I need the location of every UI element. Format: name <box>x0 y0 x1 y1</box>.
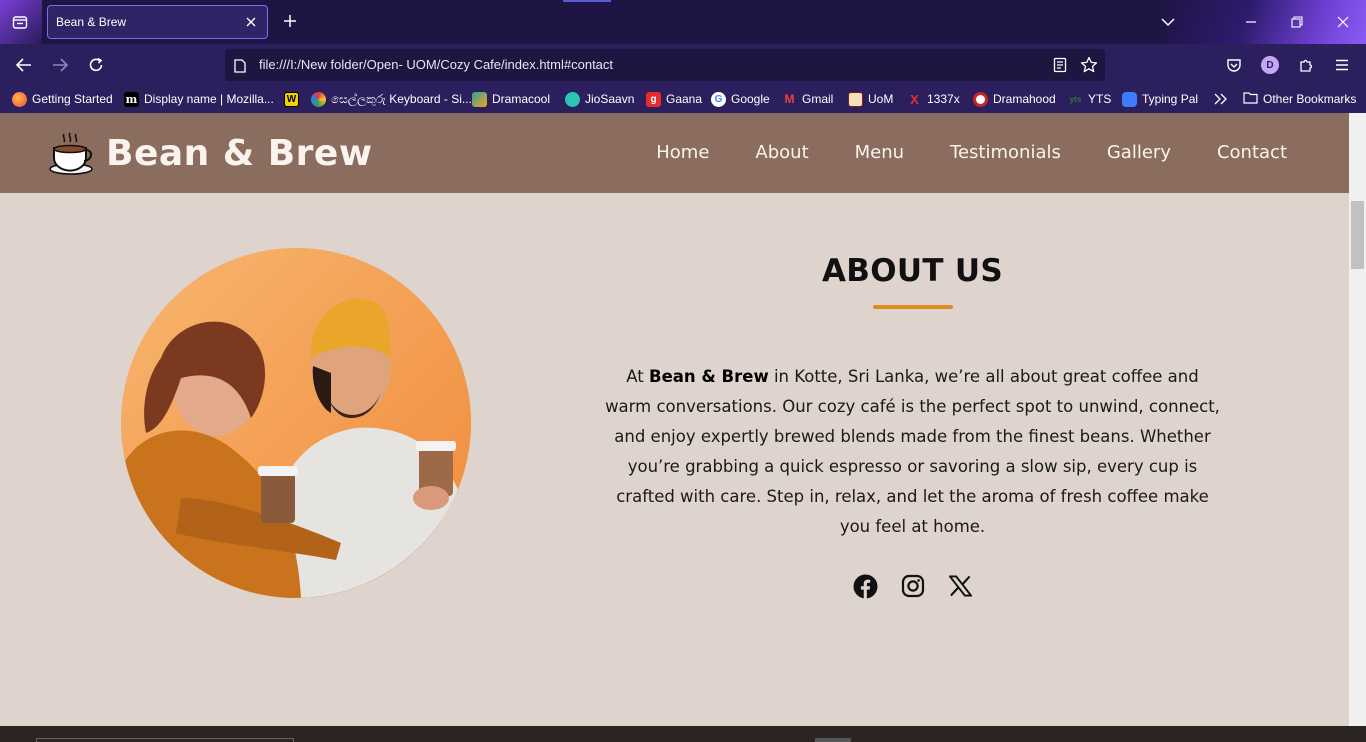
firefox-view-icon[interactable] <box>8 10 32 34</box>
bookmark-label: Getting Started <box>32 92 113 106</box>
address-bar[interactable]: file:///I:/New folder/Open- UOM/Cozy Caf… <box>225 49 1105 81</box>
reader-view-icon[interactable] <box>1053 57 1067 77</box>
bookmark-label: Typing Pal <box>1142 92 1199 106</box>
more-bookmarks-chevron-icon[interactable] <box>1214 90 1228 108</box>
bookmark-1337x[interactable]: X 1337x <box>907 90 960 108</box>
menu-icon[interactable] <box>1331 54 1353 76</box>
restore-icon[interactable] <box>1287 12 1307 32</box>
account-avatar[interactable]: D <box>1261 56 1279 74</box>
bookmark-gaana[interactable]: g Gaana <box>646 90 702 108</box>
pocket-icon[interactable] <box>1223 54 1245 76</box>
close-tab-icon[interactable] <box>243 14 259 30</box>
bookmark-label: සෙල්ලකුරු Keyboard - Si... <box>331 91 472 106</box>
x-icon: X <box>910 91 919 107</box>
bookmarks-toolbar: Getting Started m Display name | Mozilla… <box>0 86 1366 113</box>
nav-link-home[interactable]: Home <box>656 142 709 163</box>
bookmark-dramacool[interactable]: Dramacool <box>472 90 550 108</box>
coffee-cup-icon <box>49 132 93 175</box>
flower-icon <box>311 91 326 107</box>
facebook-icon[interactable] <box>852 573 878 599</box>
url-text: file:///I:/New folder/Open- UOM/Cozy Caf… <box>259 57 614 72</box>
minimize-icon[interactable] <box>1241 12 1261 32</box>
back-arrow-icon[interactable] <box>13 54 35 76</box>
nav-link-menu[interactable]: Menu <box>855 142 904 163</box>
chevron-down-icon[interactable] <box>1158 12 1178 32</box>
page-icon <box>234 58 246 77</box>
typingpal-icon <box>1122 91 1137 107</box>
tab-indicator <box>563 0 611 2</box>
bookmark-jiosaavn[interactable]: JioSaavn <box>565 90 634 108</box>
x-icon[interactable] <box>947 573 973 599</box>
bookmark-label: 1337x <box>927 92 960 106</box>
bookmark-dramahood[interactable]: Dramahood <box>973 90 1056 108</box>
bookmark-uom[interactable]: UoM <box>848 90 893 108</box>
page-viewport: Bean & Brew Home About Menu Testimonials… <box>0 113 1349 726</box>
dramacool-icon <box>472 91 487 107</box>
bookmark-getting-started[interactable]: Getting Started <box>12 90 113 108</box>
bookmark-gmail[interactable]: M Gmail <box>782 90 834 108</box>
bookmark-label: Gaana <box>666 92 703 106</box>
browser-toolbar: file:///I:/New folder/Open- UOM/Cozy Caf… <box>0 44 1366 86</box>
nav-link-testimonials[interactable]: Testimonials <box>950 142 1061 163</box>
about-text-lead: At <box>626 367 650 386</box>
about-brand-bold: Bean & Brew <box>649 367 769 386</box>
bottom-chip <box>815 738 851 742</box>
close-window-icon[interactable] <box>1333 12 1353 32</box>
extensions-icon[interactable] <box>1295 54 1317 76</box>
bookmark-google[interactable]: G Google <box>711 90 770 108</box>
heading-underline <box>873 305 953 309</box>
w-icon: W <box>284 91 299 107</box>
instagram-icon[interactable] <box>900 573 926 599</box>
site-logo[interactable]: Bean & Brew <box>48 131 373 175</box>
bookmark-label: Other Bookmarks <box>1263 92 1357 106</box>
medium-icon: m <box>124 91 139 107</box>
reload-icon[interactable] <box>85 54 107 76</box>
gmail-icon: M <box>784 92 795 106</box>
bookmark-mozilla[interactable]: m Display name | Mozilla... <box>124 90 274 108</box>
main-nav: Home About Menu Testimonials Gallery Con… <box>656 142 1287 163</box>
firefox-icon <box>12 91 27 107</box>
bookmark-label: Gmail <box>802 92 834 106</box>
bookmark-label: Dramahood <box>993 92 1056 106</box>
forward-arrow-icon[interactable] <box>49 54 71 76</box>
scrollbar-thumb[interactable] <box>1351 201 1364 269</box>
contact-form-edge <box>36 738 294 742</box>
tab-title: Bean & Brew <box>56 15 127 29</box>
bookmark-label: Dramacool <box>492 92 551 106</box>
page-bottom-strip <box>0 726 1366 742</box>
bookmark-label: YTS <box>1088 92 1112 106</box>
bookmark-label: JioSaavn <box>585 92 635 106</box>
bookmark-keyboard[interactable]: සෙල්ලකුරු Keyboard - Si... <box>311 90 472 108</box>
folder-icon <box>1243 91 1258 107</box>
brand-name: Bean & Brew <box>106 132 373 174</box>
nav-link-contact[interactable]: Contact <box>1217 142 1287 163</box>
yts-icon: yts <box>1069 94 1082 104</box>
gaana-icon: g <box>646 91 661 107</box>
dramahood-icon <box>973 91 988 107</box>
about-text-body: in Kotte, Sri Lanka, we’re all about gre… <box>605 367 1220 536</box>
bookmark-yts[interactable]: yts YTS <box>1068 90 1112 108</box>
nav-link-gallery[interactable]: Gallery <box>1107 142 1171 163</box>
site-header: Bean & Brew Home About Menu Testimonials… <box>0 113 1349 193</box>
google-icon: G <box>711 91 726 107</box>
browser-tab-bar: Bean & Brew <box>0 0 1366 44</box>
bookmark-label: Display name | Mozilla... <box>144 92 274 106</box>
about-paragraph: At Bean & Brew in Kotte, Sri Lanka, we’r… <box>605 362 1220 542</box>
about-heading: ABOUT US <box>822 253 1003 289</box>
bookmark-w[interactable]: W <box>284 90 299 108</box>
bookmark-star-icon[interactable] <box>1080 56 1098 78</box>
browser-tab-active[interactable]: Bean & Brew <box>47 5 268 39</box>
nav-link-about[interactable]: About <box>755 142 808 163</box>
uom-icon <box>848 91 863 107</box>
page-scrollbar[interactable] <box>1349 113 1366 726</box>
bookmark-label: UoM <box>868 92 894 106</box>
new-tab-icon[interactable] <box>280 11 300 31</box>
bookmark-label: Google <box>731 92 770 106</box>
jiosaavn-icon <box>565 91 580 107</box>
about-photo <box>121 248 471 598</box>
bookmark-other-bookmarks[interactable]: Other Bookmarks <box>1243 90 1356 108</box>
bookmark-typing-pal[interactable]: Typing Pal <box>1122 90 1198 108</box>
